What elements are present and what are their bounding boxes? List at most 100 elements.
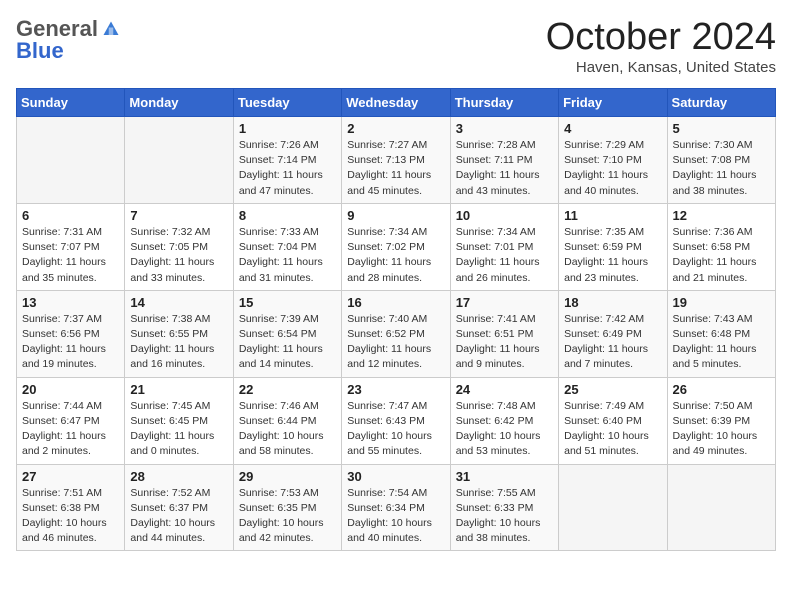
day-info: Sunrise: 7:30 AM Sunset: 7:08 PM Dayligh… [673,138,770,199]
day-info: Sunrise: 7:44 AM Sunset: 6:47 PM Dayligh… [22,399,119,460]
day-number: 12 [673,208,770,223]
day-number: 29 [239,469,336,484]
title-block: October 2024 Haven, Kansas, United State… [546,16,776,76]
day-info: Sunrise: 7:50 AM Sunset: 6:39 PM Dayligh… [673,399,770,460]
col-header-friday: Friday [559,89,667,117]
day-info: Sunrise: 7:52 AM Sunset: 6:37 PM Dayligh… [130,486,227,547]
day-number: 26 [673,382,770,397]
day-cell: 13Sunrise: 7:37 AM Sunset: 6:56 PM Dayli… [17,290,125,377]
day-number: 10 [456,208,553,223]
day-number: 31 [456,469,553,484]
col-header-monday: Monday [125,89,233,117]
day-number: 22 [239,382,336,397]
day-cell: 8 Sunrise: 7:33 AM Sunset: 7:04 PM Daylig… [233,203,341,290]
col-header-tuesday: Tuesday [233,89,341,117]
day-info: Sunrise: 7:33 AM Sunset: 7:04 PM Dayligh… [239,225,336,286]
day-number: 13 [22,295,119,310]
day-number: 21 [130,382,227,397]
day-cell: 2 Sunrise: 7:27 AM Sunset: 7:13 PM Daylig… [342,117,450,204]
location-text: Haven, Kansas, United States [546,59,776,76]
week-row-5: 27 Sunrise: 7:51 AM Sunset: 6:38 PM Dayli… [17,464,776,551]
day-info: Sunrise: 7:54 AM Sunset: 6:34 PM Dayligh… [347,486,444,547]
day-cell: 23 Sunrise: 7:47 AM Sunset: 6:43 PM Dayli… [342,377,450,464]
day-cell: 9Sunrise: 7:34 AM Sunset: 7:02 PM Daylig… [342,203,450,290]
day-number: 23 [347,382,444,397]
day-number: 8 [239,208,336,223]
day-number: 16 [347,295,444,310]
day-number: 30 [347,469,444,484]
col-header-thursday: Thursday [450,89,558,117]
day-info: Sunrise: 7:34 AM Sunset: 7:02 PM Dayligh… [347,225,444,286]
day-cell: 12 Sunrise: 7:36 AM Sunset: 6:58 PM Dayli… [667,203,775,290]
day-info: Sunrise: 7:31 AM Sunset: 7:07 PM Dayligh… [22,225,119,286]
day-cell: 27 Sunrise: 7:51 AM Sunset: 6:38 PM Dayli… [17,464,125,551]
day-number: 24 [456,382,553,397]
day-number: 28 [130,469,227,484]
day-info: Sunrise: 7:36 AM Sunset: 6:58 PM Dayligh… [673,225,770,286]
day-cell: 19 Sunrise: 7:43 AM Sunset: 6:48 PM Dayli… [667,290,775,377]
day-info: Sunrise: 7:53 AM Sunset: 6:35 PM Dayligh… [239,486,336,547]
day-info: Sunrise: 7:41 AM Sunset: 6:51 PM Dayligh… [456,312,553,373]
day-number: 2 [347,121,444,136]
day-info: Sunrise: 7:34 AM Sunset: 7:01 PM Dayligh… [456,225,553,286]
week-row-3: 13Sunrise: 7:37 AM Sunset: 6:56 PM Dayli… [17,290,776,377]
day-cell: 5 Sunrise: 7:30 AM Sunset: 7:08 PM Daylig… [667,117,775,204]
day-cell: 17 Sunrise: 7:41 AM Sunset: 6:51 PM Dayli… [450,290,558,377]
day-info: Sunrise: 7:51 AM Sunset: 6:38 PM Dayligh… [22,486,119,547]
day-cell: 7 Sunrise: 7:32 AM Sunset: 7:05 PM Daylig… [125,203,233,290]
day-info: Sunrise: 7:38 AM Sunset: 6:55 PM Dayligh… [130,312,227,373]
day-cell: 28 Sunrise: 7:52 AM Sunset: 6:37 PM Dayli… [125,464,233,551]
day-info: Sunrise: 7:43 AM Sunset: 6:48 PM Dayligh… [673,312,770,373]
day-info: Sunrise: 7:27 AM Sunset: 7:13 PM Dayligh… [347,138,444,199]
day-number: 19 [673,295,770,310]
day-info: Sunrise: 7:32 AM Sunset: 7:05 PM Dayligh… [130,225,227,286]
page-header: General Blue October 2024 Haven, Kansas,… [16,16,776,76]
logo-blue-text: Blue [16,38,64,64]
day-cell [17,117,125,204]
day-info: Sunrise: 7:29 AM Sunset: 7:10 PM Dayligh… [564,138,661,199]
day-cell: 14 Sunrise: 7:38 AM Sunset: 6:55 PM Dayli… [125,290,233,377]
day-cell: 30 Sunrise: 7:54 AM Sunset: 6:34 PM Dayli… [342,464,450,551]
day-number: 25 [564,382,661,397]
day-number: 7 [130,208,227,223]
month-title: October 2024 [546,16,776,59]
day-info: Sunrise: 7:40 AM Sunset: 6:52 PM Dayligh… [347,312,444,373]
day-info: Sunrise: 7:49 AM Sunset: 6:40 PM Dayligh… [564,399,661,460]
day-cell: 22Sunrise: 7:46 AM Sunset: 6:44 PM Dayli… [233,377,341,464]
col-header-sunday: Sunday [17,89,125,117]
day-cell: 31 Sunrise: 7:55 AM Sunset: 6:33 PM Dayli… [450,464,558,551]
day-info: Sunrise: 7:35 AM Sunset: 6:59 PM Dayligh… [564,225,661,286]
day-info: Sunrise: 7:26 AM Sunset: 7:14 PM Dayligh… [239,138,336,199]
logo: General Blue [16,16,120,64]
day-info: Sunrise: 7:47 AM Sunset: 6:43 PM Dayligh… [347,399,444,460]
day-number: 15 [239,295,336,310]
day-info: Sunrise: 7:42 AM Sunset: 6:49 PM Dayligh… [564,312,661,373]
day-cell: 25 Sunrise: 7:49 AM Sunset: 6:40 PM Dayli… [559,377,667,464]
day-cell [559,464,667,551]
calendar-table: SundayMondayTuesdayWednesdayThursdayFrid… [16,88,776,551]
day-cell: 4Sunrise: 7:29 AM Sunset: 7:10 PM Daylig… [559,117,667,204]
day-info: Sunrise: 7:55 AM Sunset: 6:33 PM Dayligh… [456,486,553,547]
day-cell: 15 Sunrise: 7:39 AM Sunset: 6:54 PM Dayli… [233,290,341,377]
week-row-2: 6 Sunrise: 7:31 AM Sunset: 7:07 PM Daylig… [17,203,776,290]
day-number: 6 [22,208,119,223]
day-number: 27 [22,469,119,484]
day-info: Sunrise: 7:48 AM Sunset: 6:42 PM Dayligh… [456,399,553,460]
week-row-4: 20 Sunrise: 7:44 AM Sunset: 6:47 PM Dayli… [17,377,776,464]
day-number: 1 [239,121,336,136]
day-number: 14 [130,295,227,310]
day-number: 20 [22,382,119,397]
day-cell: 20 Sunrise: 7:44 AM Sunset: 6:47 PM Dayli… [17,377,125,464]
day-info: Sunrise: 7:39 AM Sunset: 6:54 PM Dayligh… [239,312,336,373]
day-number: 3 [456,121,553,136]
day-number: 17 [456,295,553,310]
day-cell: 21Sunrise: 7:45 AM Sunset: 6:45 PM Dayli… [125,377,233,464]
day-info: Sunrise: 7:28 AM Sunset: 7:11 PM Dayligh… [456,138,553,199]
day-cell: 10 Sunrise: 7:34 AM Sunset: 7:01 PM Dayli… [450,203,558,290]
logo-icon [102,20,120,38]
day-cell: 11Sunrise: 7:35 AM Sunset: 6:59 PM Dayli… [559,203,667,290]
day-number: 5 [673,121,770,136]
col-header-wednesday: Wednesday [342,89,450,117]
day-cell: 1 Sunrise: 7:26 AM Sunset: 7:14 PM Daylig… [233,117,341,204]
day-cell: 3 Sunrise: 7:28 AM Sunset: 7:11 PM Daylig… [450,117,558,204]
